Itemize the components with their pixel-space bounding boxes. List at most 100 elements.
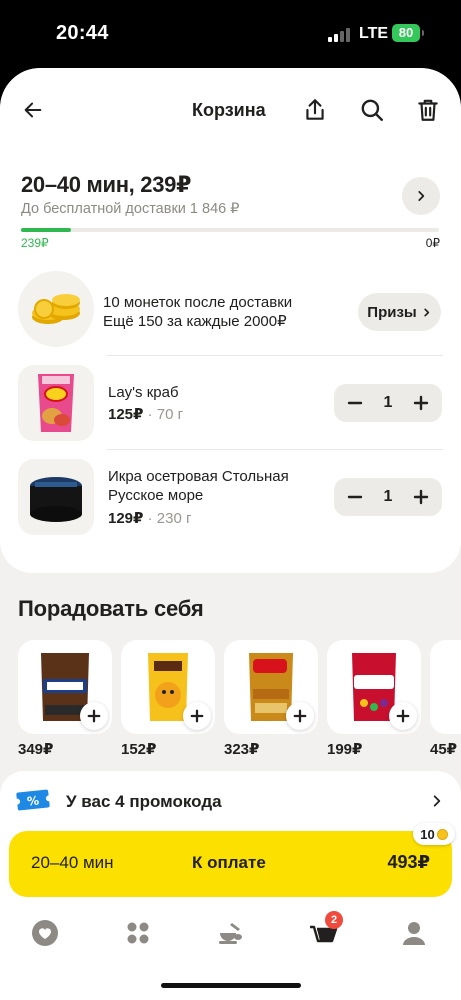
tab-favorites[interactable] [27,915,63,951]
free-delivery-note: До бесплатной доставки 1 846 ₽ [21,201,240,217]
search-button[interactable] [352,90,392,130]
treat-price: 349₽ [18,741,54,758]
treat-card[interactable]: 152₽ [121,640,215,758]
plus-icon [87,709,101,723]
delivery-eta: 20–40 мин, 239₽ [21,172,192,197]
coin-icon [436,828,448,840]
page-title: Корзина [192,100,266,120]
promo-codes-text: У вас 4 промокода [66,792,222,811]
item-quantity: 1 [383,394,393,411]
progress-left-label: 239₽ [21,236,49,250]
checkout-button[interactable]: 20–40 мин К оплате 493₽ 10 [9,823,455,897]
promo-codes-row[interactable]: % У вас 4 промокода [0,783,461,819]
treat-price: 323₽ [224,741,260,758]
add-to-cart-button[interactable] [286,702,314,730]
divider [107,355,443,356]
plus-icon [293,709,307,723]
minus-icon [347,401,363,405]
prizes-button[interactable]: Призы [358,293,441,331]
chevron-right-icon [418,191,425,201]
product-image-mms [121,640,215,734]
treat-card[interactable]: 199₽ [327,640,421,758]
product-image-lays[interactable] [18,365,94,441]
promo-code-icon: % [16,789,50,811]
battery-icon: 80 [392,24,420,42]
add-to-cart-button[interactable] [183,702,211,730]
add-to-cart-button[interactable] [389,702,417,730]
minus-icon [347,495,363,499]
checkout-total: 493₽ [387,852,430,872]
free-delivery-progress [21,228,439,232]
tab-catalog[interactable] [120,915,156,951]
arrow-left-icon [24,102,42,118]
home-indicator [161,983,301,988]
coins-line-1: 10 монеток после доставки [103,294,293,311]
treat-card[interactable]: 45₽ [430,640,461,758]
battery-tip [422,30,424,36]
coins-line-2: Ещё 150 за каждые 2000₽ [103,313,287,330]
treat-price: 45₽ [430,741,458,758]
checkout-label: К оплате [192,853,266,872]
treat-card[interactable]: 349₽ [18,640,112,758]
trash-icon [418,99,438,121]
food-icon [219,923,242,944]
decrement-button[interactable] [344,486,366,508]
decrement-button[interactable] [344,392,366,414]
top-bar: Корзина [0,90,461,134]
quantity-stepper: 1 [334,478,442,516]
share-icon [306,99,324,120]
chevron-right-icon [424,307,429,317]
item-price-line: 125₽ · 70 г [108,405,183,423]
item-name: Икра осетровая Стольная Русское море [108,468,289,504]
item-name: Lay's краб [108,384,179,401]
network-type: LTE [359,25,389,42]
coins-badge-count: 10 [420,826,435,842]
quantity-stepper: 1 [334,384,442,422]
search-icon [361,99,383,121]
coins-badge: 10 [413,823,455,845]
increment-button[interactable] [410,392,432,414]
item-weight: · 230 г [143,510,192,527]
plus-icon [396,709,410,723]
treat-price: 152₽ [121,741,157,758]
product-image-caviar[interactable] [18,459,94,535]
clear-cart-button[interactable] [408,90,448,130]
coins-icon [18,271,94,347]
coins-promo: 10 монеток после доставки Ещё 150 за каж… [0,271,461,349]
chevron-right-icon [433,795,441,807]
tab-profile[interactable] [396,915,432,951]
progress-right-label: 0₽ [425,236,440,250]
cart-item: Lay's краб 125₽ · 70 г 1 [0,365,461,445]
treat-card[interactable]: 323₽ [224,640,318,758]
bottom-panel: % У вас 4 промокода 20–40 мин К оплате 4… [0,771,461,1000]
delivery-details-button[interactable] [402,177,440,215]
cart-item: Икра осетровая Стольная Русское море 129… [0,459,461,539]
back-button[interactable] [13,90,53,130]
plus-icon [190,709,204,723]
product-image-snickers [18,640,112,734]
treat-price: 199₽ [327,741,363,758]
item-quantity: 1 [383,488,393,505]
tab-restaurants[interactable] [212,915,248,951]
cart-count-badge: 2 [325,911,343,929]
cart-card: Корзина 20–40 мин, 239₽ До бесплатной до… [0,68,461,573]
coins-text: 10 монеток после доставки Ещё 150 за каж… [103,293,292,331]
item-weight: · 70 г [143,406,184,423]
product-image-oreo [430,640,461,734]
heart-icon [32,920,58,946]
add-to-cart-button[interactable] [80,702,108,730]
item-price: 129₽ [108,510,144,527]
signal-icon [328,28,350,42]
profile-icon [403,922,425,945]
checkout-time: 20–40 мин [31,853,114,872]
share-button[interactable] [295,90,335,130]
status-bar: 20:44 LTE 80 [0,0,461,68]
item-price-line: 129₽ · 230 г [108,509,191,527]
tab-cart[interactable]: 2 [305,911,343,951]
progress-fill [21,228,72,232]
status-time: 20:44 [56,22,109,44]
tab-bar: 2 [0,911,461,959]
increment-button[interactable] [410,486,432,508]
treat-title: Порадовать себя [18,596,204,621]
product-image-twix [224,640,318,734]
